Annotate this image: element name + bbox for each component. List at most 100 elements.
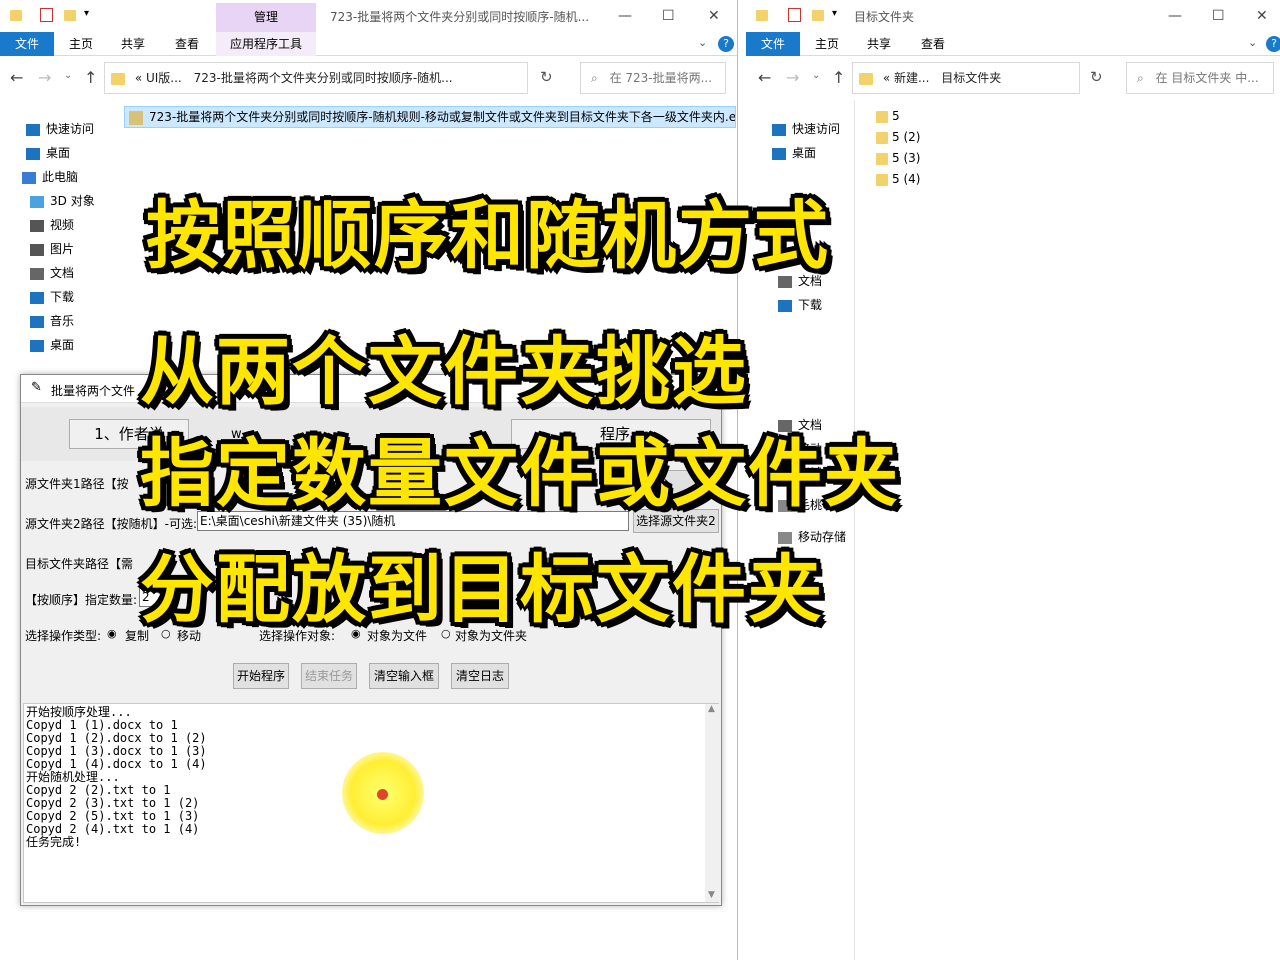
- nav-item[interactable]: 图片: [30, 238, 74, 260]
- address-bar[interactable]: « 新建... 目标文件夹: [852, 62, 1080, 94]
- properties-icon[interactable]: [40, 8, 53, 22]
- nav-item-label: 下载: [50, 290, 75, 304]
- new-folder-icon[interactable]: [812, 10, 824, 21]
- nav-item-label: 快速访问: [792, 122, 841, 136]
- tab-share[interactable]: 共享: [856, 32, 902, 56]
- breadcrumb-current[interactable]: 目标文件夹: [941, 71, 1001, 85]
- scroll-down-icon[interactable]: ▼: [708, 890, 715, 900]
- tab-view[interactable]: 查看: [910, 32, 956, 56]
- close-button[interactable]: ✕: [1256, 8, 1268, 24]
- star-icon: [26, 123, 40, 136]
- folder-icon: [876, 110, 888, 123]
- nav-item[interactable]: 文档: [30, 262, 74, 284]
- clear-input-button[interactable]: 清空输入框: [369, 663, 439, 689]
- folder-item[interactable]: 5 (2): [876, 127, 920, 147]
- maximize-button[interactable]: ☐: [1212, 8, 1225, 24]
- search-box[interactable]: ⌕ 在 723-批量将两...: [580, 62, 726, 94]
- nav-item-label: 此电脑: [42, 170, 79, 184]
- stop-button[interactable]: 结束任务: [301, 663, 357, 689]
- op-type-label: 选择操作类型:: [25, 629, 102, 643]
- new-folder-icon[interactable]: [64, 10, 76, 21]
- nav-item[interactable]: 快速访问: [772, 118, 840, 140]
- breadcrumb-prefix[interactable]: « UI版...: [135, 71, 182, 85]
- refresh-icon[interactable]: ↻: [540, 68, 553, 86]
- back-icon[interactable]: ←: [758, 68, 771, 87]
- clear-log-button[interactable]: 清空日志: [451, 663, 509, 689]
- window-title: 目标文件夹: [854, 10, 915, 24]
- up-icon[interactable]: ↑: [84, 68, 97, 87]
- help-icon[interactable]: ?: [718, 36, 734, 52]
- nav-item[interactable]: 此电脑: [22, 166, 78, 188]
- nav-item-label: 视频: [50, 218, 75, 232]
- folder-name: 5 (2): [892, 130, 921, 144]
- document-icon: [30, 267, 44, 280]
- log-line: 任务完成!: [26, 835, 82, 849]
- minimize-button[interactable]: —: [1168, 8, 1182, 24]
- log-scrollbar[interactable]: ▲ ▼: [705, 704, 719, 902]
- search-placeholder: 在 723-批量将两...: [609, 71, 713, 85]
- src1-label: 源文件夹1路径【按: [25, 477, 129, 491]
- back-icon[interactable]: ←: [10, 68, 23, 87]
- chevron-down-icon[interactable]: ⌄: [698, 36, 707, 49]
- tab-app-tools[interactable]: 应用程序工具: [216, 32, 316, 56]
- start-button[interactable]: 开始程序: [233, 663, 289, 689]
- folder-item[interactable]: 5 (4): [876, 169, 920, 189]
- refresh-icon[interactable]: ↻: [1090, 68, 1103, 86]
- exe-icon: [129, 110, 143, 125]
- properties-icon[interactable]: [788, 8, 801, 22]
- forward-icon[interactable]: →: [38, 68, 51, 87]
- up-icon[interactable]: ↑: [832, 68, 845, 87]
- tab-share[interactable]: 共享: [110, 32, 156, 56]
- address-bar[interactable]: « UI版... 723-批量将两个文件夹分别或同时按顺序-随机...: [104, 62, 528, 94]
- tab-view[interactable]: 查看: [164, 32, 210, 56]
- caption-line-2: 从两个文件夹挑选: [140, 329, 748, 415]
- download-icon: [30, 291, 44, 304]
- help-icon[interactable]: ?: [1266, 36, 1280, 52]
- cube-icon: [30, 195, 44, 208]
- folder-icon: [859, 72, 873, 85]
- dropdown-icon[interactable]: ▾: [84, 8, 89, 19]
- nav-item[interactable]: 音乐: [30, 310, 74, 332]
- tab-file[interactable]: 文件: [0, 32, 54, 56]
- breadcrumb-current[interactable]: 723-批量将两个文件夹分别或同时按顺序-随机...: [194, 71, 453, 85]
- forward-icon[interactable]: →: [786, 68, 799, 87]
- context-tab-manage[interactable]: 管理: [216, 3, 316, 32]
- recent-dropdown-icon[interactable]: ⌄: [64, 70, 72, 81]
- nav-item-label: 文档: [50, 266, 75, 280]
- nav-item[interactable]: 桌面: [772, 142, 816, 164]
- caption-line-1: 按照顺序和随机方式: [146, 193, 830, 279]
- nav-item[interactable]: 快速访问: [26, 118, 94, 140]
- nav-item[interactable]: 视频: [30, 214, 74, 236]
- search-box[interactable]: ⌕ 在 目标文件夹 中...: [1126, 62, 1274, 94]
- close-button[interactable]: ✕: [708, 8, 720, 24]
- dropdown-icon[interactable]: ▾: [832, 8, 837, 19]
- minimize-button[interactable]: —: [618, 8, 632, 24]
- search-icon: ⌕: [1137, 71, 1144, 85]
- computer-icon: [22, 171, 36, 184]
- nav-item[interactable]: 3D 对象: [30, 190, 95, 212]
- right-titlebar: ▾ 目标文件夹 — ☐ ✕: [746, 0, 1280, 32]
- file-list-item[interactable]: 723-批量将两个文件夹分别或同时按顺序-随机规则-移动或复制文件或文件夹到目标…: [124, 106, 736, 128]
- scroll-up-icon[interactable]: ▲: [708, 704, 715, 714]
- folder-icon: [876, 173, 888, 186]
- tab-home[interactable]: 主页: [804, 32, 850, 56]
- folder-icon: [756, 10, 768, 21]
- folder-item[interactable]: 5 (3): [876, 148, 920, 168]
- tab-file[interactable]: 文件: [746, 32, 800, 56]
- folder-item[interactable]: 5: [876, 106, 900, 126]
- nav-item-label: 下载: [798, 298, 823, 312]
- nav-item[interactable]: 桌面: [26, 142, 70, 164]
- nav-item-label: 桌面: [46, 146, 71, 160]
- copy-radio[interactable]: ◉: [107, 627, 117, 640]
- folder-icon: [876, 152, 888, 165]
- breadcrumb-prefix[interactable]: « 新建...: [883, 71, 930, 85]
- maximize-button[interactable]: ☐: [662, 8, 675, 24]
- nav-item-label: 快速访问: [46, 122, 95, 136]
- tab-home[interactable]: 主页: [58, 32, 104, 56]
- nav-item[interactable]: 桌面: [30, 334, 74, 356]
- chevron-down-icon[interactable]: ⌄: [1248, 36, 1257, 49]
- nav-item[interactable]: 下载: [778, 294, 822, 316]
- nav-item[interactable]: 下载: [30, 286, 74, 308]
- recent-dropdown-icon[interactable]: ⌄: [812, 70, 820, 81]
- search-icon: ⌕: [591, 71, 598, 85]
